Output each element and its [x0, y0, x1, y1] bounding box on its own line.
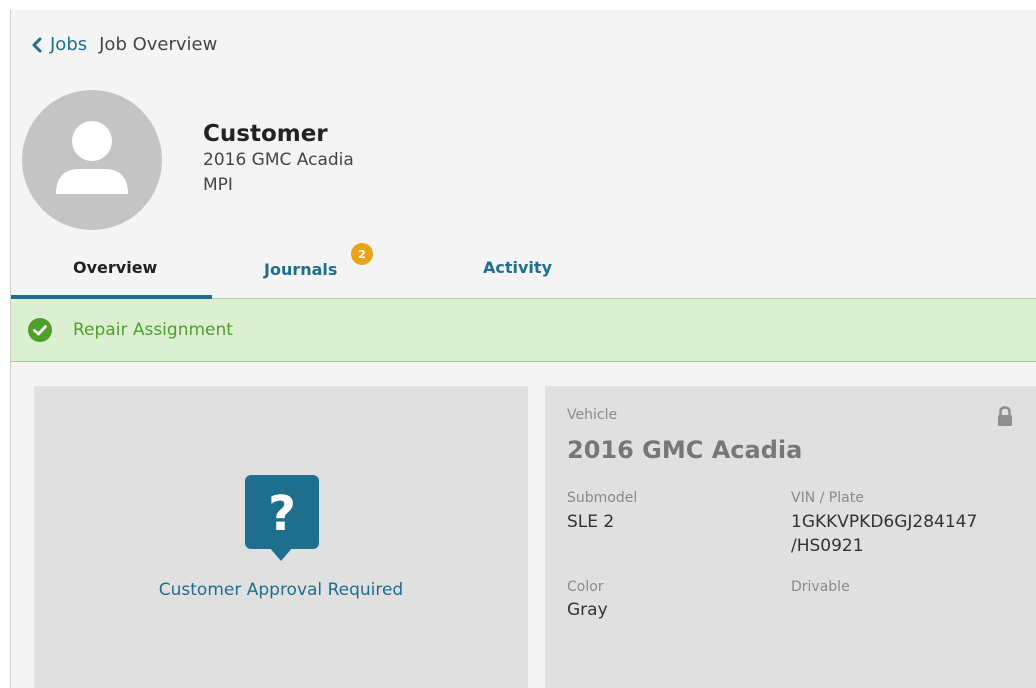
avatar: [22, 90, 162, 230]
back-label: Jobs: [50, 34, 88, 55]
status-banner: Repair Assignment: [11, 299, 1036, 362]
check-circle-icon: [28, 318, 52, 342]
tab-bar: Overview Journals Activity: [11, 248, 1036, 298]
job-type: MPI: [203, 175, 233, 195]
lock-icon: [998, 406, 1012, 426]
vehicle-name: 2016 GMC Acadia: [203, 150, 354, 170]
color-value: Gray: [567, 600, 608, 620]
breadcrumb: Jobs Job Overview: [31, 34, 217, 55]
question-bubble-icon: ?: [245, 475, 319, 561]
approval-text: Customer Approval Required: [158, 580, 404, 600]
vehicle-section-label: Vehicle: [567, 407, 618, 423]
journals-count-badge: 2: [351, 243, 373, 265]
submodel-value: SLE 2: [567, 512, 615, 532]
back-to-jobs-link[interactable]: Jobs: [31, 34, 87, 55]
submodel-label: Submodel: [567, 490, 638, 506]
tab-activity[interactable]: Activity: [483, 258, 552, 277]
color-label: Color: [567, 579, 604, 595]
vehicle-title: 2016 GMC Acadia: [567, 436, 803, 464]
tab-overview[interactable]: Overview: [73, 258, 157, 277]
drivable-label: Drivable: [791, 579, 850, 595]
vin-value: 1GKKVPKD6GJ284147: [791, 512, 978, 532]
customer-name: Customer: [203, 121, 328, 147]
plate-value: /HS0921: [791, 536, 864, 556]
customer-header: Customer 2016 GMC Acadia MPI: [203, 120, 354, 198]
tab-journals[interactable]: Journals: [264, 260, 337, 279]
approval-card[interactable]: ? Customer Approval Required: [34, 386, 528, 688]
vin-label: VIN / Plate: [791, 490, 864, 506]
page-title: Job Overview: [99, 34, 218, 55]
svg-text:?: ?: [268, 486, 296, 542]
user-icon: [56, 121, 128, 194]
vehicle-card: Vehicle 2016 GMC Acadia Submodel SLE 2 V…: [545, 386, 1036, 688]
job-overview-page: Jobs Job Overview Customer 2016 GMC Acad…: [10, 10, 1036, 688]
chevron-left-icon: [32, 37, 42, 52]
status-text: Repair Assignment: [73, 320, 233, 340]
